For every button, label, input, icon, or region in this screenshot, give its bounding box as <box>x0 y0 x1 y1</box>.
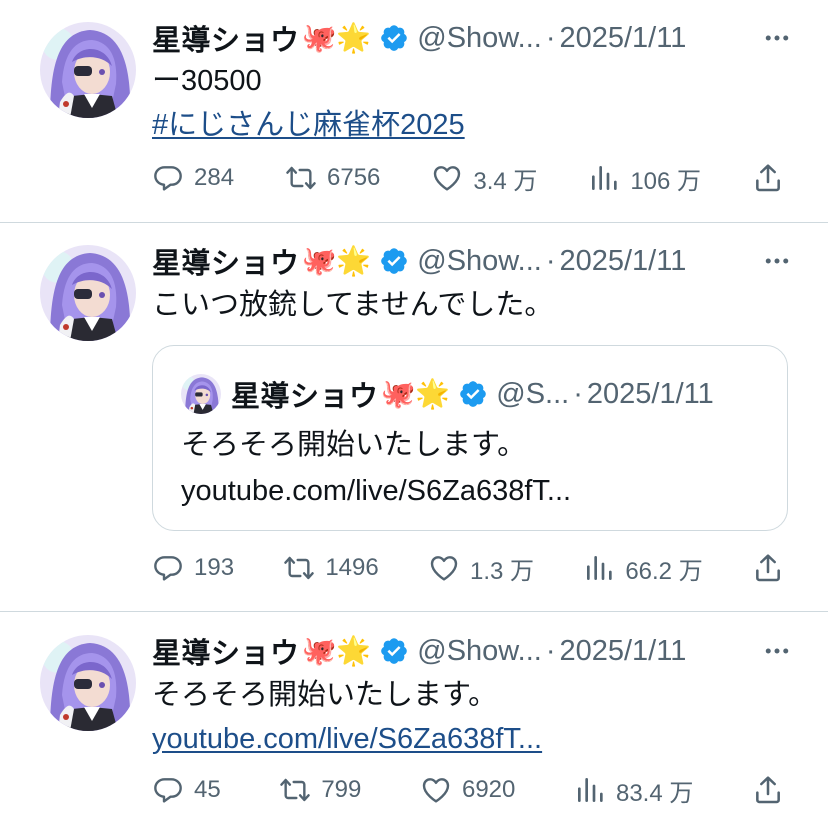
action-bar: 284 6756 3.4 万 106 万 <box>152 158 784 198</box>
retweet-icon <box>279 774 311 806</box>
more-options-icon[interactable] <box>762 246 792 276</box>
reply-icon <box>152 162 184 194</box>
tweet-text: こいつ放銃してませんでした。 <box>152 289 554 321</box>
quoted-tweet[interactable]: 星導ショウ 🐙🌟 @S... · 2025/1/11 そろそろ開始いたします。 … <box>152 345 788 531</box>
tweet-text: ー30500 <box>152 65 262 97</box>
heart-icon <box>420 774 452 806</box>
like-button[interactable]: 1.3 万 <box>428 551 534 586</box>
tweet[interactable]: 星導ショウ 🐙🌟 @Show... · 2025/1/11 ー30500 #にじ… <box>0 0 828 222</box>
more-options-icon[interactable] <box>762 636 792 666</box>
quoted-text: そろそろ開始いたします。 <box>181 429 527 461</box>
display-name[interactable]: 星導ショウ <box>152 240 300 282</box>
retweet-icon <box>283 552 315 584</box>
share-icon <box>752 162 784 194</box>
reply-button[interactable]: 284 <box>152 162 234 194</box>
retweet-button[interactable]: 1496 <box>283 552 379 584</box>
share-button[interactable] <box>752 774 784 806</box>
timestamp[interactable]: 2025/1/11 <box>559 245 686 278</box>
separator-dot: · <box>545 634 556 667</box>
action-bar: 193 1496 1.3 万 66.2 万 <box>152 548 784 588</box>
youtube-link[interactable]: youtube.com/live/S6Za638fT... <box>152 717 542 761</box>
retweet-count: 799 <box>321 776 362 803</box>
quoted-name-emojis: 🐙🌟 <box>380 378 451 409</box>
verified-badge-icon[interactable] <box>379 246 409 276</box>
user-handle[interactable]: @Show... <box>417 22 542 55</box>
bar-chart-icon <box>574 774 606 806</box>
like-count: 6920 <box>461 776 516 803</box>
views-button[interactable]: 106 万 <box>588 161 701 196</box>
share-icon <box>752 552 784 584</box>
reply-count: 193 <box>194 554 235 581</box>
tweet-header: 星導ショウ 🐙🌟 @Show... · 2025/1/11 <box>152 18 792 58</box>
share-icon <box>752 774 784 806</box>
like-count: 1.3 万 <box>470 557 535 585</box>
verified-badge-icon[interactable] <box>379 636 409 666</box>
separator-dot: · <box>545 21 556 54</box>
avatar[interactable] <box>40 22 136 118</box>
quoted-display-name: 星導ショウ <box>231 381 379 413</box>
retweet-icon <box>285 162 317 194</box>
share-button[interactable] <box>752 162 784 194</box>
like-count: 3.4 万 <box>473 167 538 195</box>
view-count: 66.2 万 <box>625 557 703 585</box>
retweet-count: 6756 <box>327 164 381 191</box>
separator-dot: · <box>545 244 556 277</box>
heart-icon <box>428 552 460 584</box>
name-emojis: 🐙🌟 <box>301 245 372 276</box>
more-options-icon[interactable] <box>762 23 792 53</box>
tweet[interactable]: 星導ショウ 🐙🌟 @Show... · 2025/1/11 こいつ放銃してません… <box>0 222 828 611</box>
view-count: 83.4 万 <box>615 779 694 807</box>
timestamp[interactable]: 2025/1/11 <box>559 22 686 55</box>
views-button[interactable]: 66.2 万 <box>583 551 703 586</box>
reply-count: 45 <box>194 776 221 803</box>
reply-icon <box>152 552 184 584</box>
quoted-header: 星導ショウ 🐙🌟 @S... · 2025/1/11 <box>231 372 714 416</box>
verified-badge-icon[interactable] <box>379 23 409 53</box>
tweet-header: 星導ショウ 🐙🌟 @Show... · 2025/1/11 <box>152 631 792 671</box>
display-name[interactable]: 星導ショウ <box>152 17 300 59</box>
views-button[interactable]: 83.4 万 <box>574 773 693 808</box>
reply-count: 284 <box>194 164 235 191</box>
quoted-avatar <box>181 374 221 414</box>
like-button[interactable]: 6920 <box>420 774 515 806</box>
avatar[interactable] <box>40 245 136 341</box>
action-bar: 45 799 6920 83.4 万 <box>152 770 784 810</box>
tweet[interactable]: 星導ショウ 🐙🌟 @Show... · 2025/1/11 そろそろ開始いたしま… <box>0 611 828 830</box>
retweet-count: 1496 <box>325 554 379 581</box>
quoted-link-text: youtube.com/live/S6Za638fT... <box>181 475 572 507</box>
retweet-button[interactable]: 799 <box>279 774 361 806</box>
reply-icon <box>152 774 184 806</box>
timestamp[interactable]: 2025/1/11 <box>559 635 686 668</box>
like-button[interactable]: 3.4 万 <box>431 161 537 196</box>
reply-button[interactable]: 45 <box>152 774 221 806</box>
tweet-text: そろそろ開始いたします。 <box>152 679 498 711</box>
hashtag-link[interactable]: #にじさんじ麻雀杯2025 <box>152 103 465 147</box>
quoted-handle: @S... <box>496 377 570 410</box>
name-emojis: 🐙🌟 <box>301 22 372 53</box>
display-name[interactable]: 星導ショウ <box>152 630 300 672</box>
retweet-button[interactable]: 6756 <box>285 162 380 194</box>
bar-chart-icon <box>588 162 620 194</box>
verified-badge-icon <box>458 379 488 409</box>
avatar[interactable] <box>40 635 136 731</box>
bar-chart-icon <box>583 552 615 584</box>
separator-dot: · <box>573 377 583 410</box>
name-emojis: 🐙🌟 <box>301 635 372 666</box>
reply-button[interactable]: 193 <box>152 552 234 584</box>
user-handle[interactable]: @Show... <box>417 635 542 668</box>
heart-icon <box>431 162 463 194</box>
share-button[interactable] <box>752 552 784 584</box>
quoted-timestamp: 2025/1/11 <box>586 377 714 410</box>
tweet-header: 星導ショウ 🐙🌟 @Show... · 2025/1/11 <box>152 241 792 281</box>
view-count: 106 万 <box>630 167 702 195</box>
user-handle[interactable]: @Show... <box>417 245 542 278</box>
